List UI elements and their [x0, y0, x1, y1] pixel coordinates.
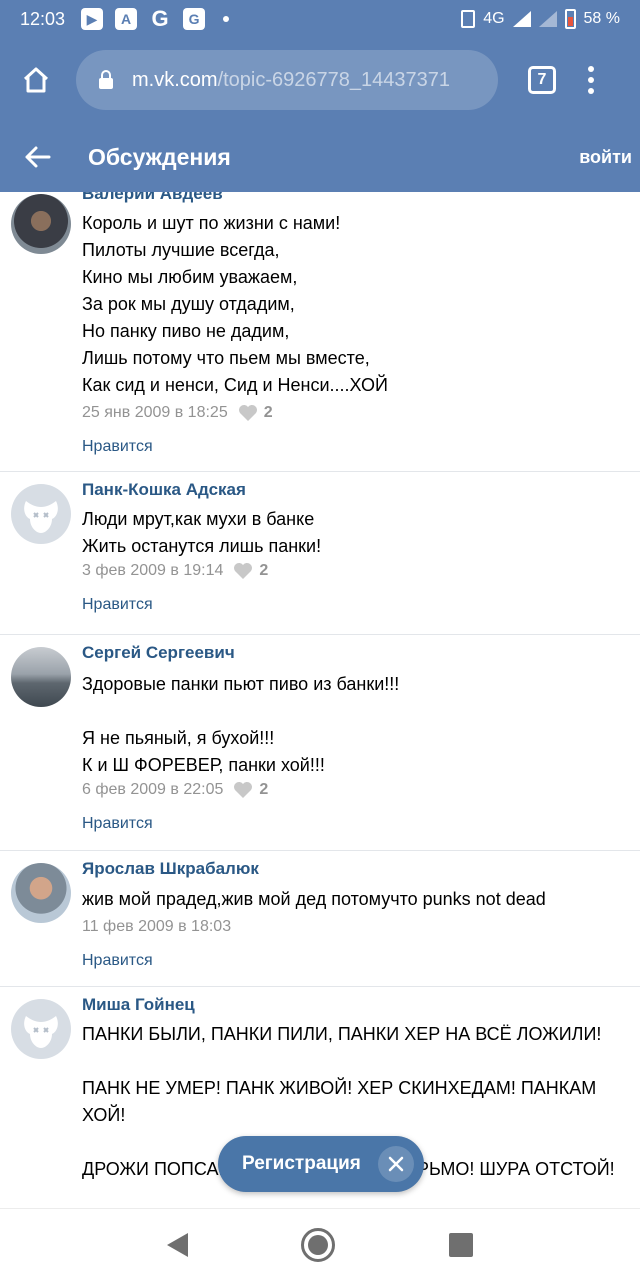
vibrate-icon — [461, 10, 476, 28]
avatar[interactable] — [11, 194, 71, 254]
close-icon[interactable] — [378, 1146, 414, 1182]
like-link[interactable]: Нравится — [82, 438, 153, 456]
url-domain: m.vk.com — [132, 68, 218, 91]
status-bar: 12:03 ▶ A G G 4G 58 % — [0, 0, 640, 38]
list-item: Валерий Авдеев Король и шут по жизни с н… — [0, 192, 640, 472]
page-title: Обсуждения — [88, 143, 231, 170]
lock-icon — [99, 70, 113, 89]
google-icon: G — [151, 6, 169, 31]
registration-button[interactable]: Регистрация — [218, 1136, 424, 1192]
address-bar[interactable]: m.vk.com /topic-6926778_14437371 — [76, 50, 498, 110]
list-item: Ярослав Шкрабалюк жив мой прадед,жив мой… — [0, 851, 640, 987]
post-date: 11 фев 2009 в 18:03 — [82, 918, 232, 935]
post-line: Здоровые панки пьют пиво из банки!!! — [82, 674, 400, 694]
post-line — [82, 1048, 622, 1075]
notification-dot-icon — [223, 16, 230, 22]
like-link[interactable]: Нравится — [82, 596, 153, 614]
avatar[interactable] — [11, 647, 71, 707]
battery-icon — [564, 9, 576, 29]
post-meta: 25 янв 2009 в 18:25 2 — [82, 404, 273, 422]
post-line: ПАНК НЕ УМЕР! ПАНК ЖИВОЙ! ХЕР СКИНХЕДАМ!… — [82, 1078, 597, 1125]
post-line: Король и шут по жизни с нами! — [82, 213, 341, 233]
tabs-button[interactable]: 7 — [528, 66, 556, 94]
url-path: /topic-6926778_14437371 — [217, 68, 450, 91]
nav-recents-icon[interactable] — [449, 1232, 474, 1257]
news-icon: G — [183, 8, 206, 30]
registration-label: Регистрация — [242, 1153, 361, 1174]
list-item: Сергей Сергеевич Здоровые панки пьют пив… — [0, 635, 640, 851]
post-line: За рок мы душу отдадим, — [82, 294, 295, 314]
home-icon[interactable] — [16, 60, 56, 100]
post-line: К и Ш ФОРЕВЕР, панки хой!!! — [82, 755, 325, 775]
play-store-icon: ▶ — [81, 8, 104, 30]
post-date: 3 фев 2009 в 19:14 — [82, 562, 224, 579]
system-nav-bar — [0, 1208, 640, 1280]
avatar[interactable] — [11, 863, 71, 923]
avatar[interactable] — [11, 484, 71, 544]
login-link[interactable]: войти — [579, 147, 632, 168]
post-line: Жить останутся лишь панки! — [82, 536, 322, 556]
author-name[interactable]: Ярослав Шкрабалюк — [82, 859, 259, 879]
post-line: Я не пьяный, я бухой!!! — [82, 728, 275, 748]
signal-icon — [512, 11, 531, 27]
like-count: 2 — [259, 562, 269, 579]
back-arrow-icon[interactable] — [22, 142, 52, 172]
translate-icon: A — [115, 8, 138, 30]
avatar[interactable] — [11, 999, 71, 1059]
post-text: жив мой прадед,жив мой дед потомучто pun… — [82, 889, 546, 909]
discussion-feed: Валерий Авдеев Король и шут по жизни с н… — [0, 192, 640, 1208]
post-date: 25 янв 2009 в 18:25 — [82, 404, 228, 421]
author-name[interactable]: Валерий Авдеев — [82, 192, 223, 204]
author-name[interactable]: Сергей Сергеевич — [82, 643, 235, 663]
like-link[interactable]: Нравится — [82, 952, 153, 970]
list-item: Панк-Кошка Адская Люди мрут,как мухи в б… — [0, 472, 640, 635]
post-text: Люди мрут,как мухи в банке Жить останутся… — [82, 506, 622, 560]
author-name[interactable]: Миша Гойнец — [82, 995, 195, 1015]
post-line — [82, 698, 622, 725]
nav-home-icon[interactable] — [301, 1227, 336, 1262]
heart-icon[interactable] — [238, 404, 258, 422]
post-text: Король и шут по жизни с нами! Пилоты лучш… — [82, 210, 622, 399]
default-avatar-icon — [24, 1016, 58, 1048]
default-avatar-icon — [24, 501, 58, 533]
post-text: Здоровые панки пьют пиво из банки!!! Я не… — [82, 671, 622, 779]
post-line: Пилоты лучшие всегда, — [82, 240, 280, 260]
browser-toolbar: m.vk.com /topic-6926778_14437371 7 — [0, 38, 640, 122]
status-time: 12:03 — [20, 8, 66, 29]
like-count: 2 — [259, 781, 269, 798]
post-date: 6 фев 2009 в 22:05 — [82, 781, 224, 798]
post-line: Но панку пиво не дадим, — [82, 321, 290, 341]
nav-back-icon[interactable] — [166, 1232, 188, 1257]
network-type: 4G — [483, 10, 505, 27]
author-name[interactable]: Панк-Кошка Адская — [82, 480, 246, 500]
post-line: Люди мрут,как мухи в банке — [82, 509, 315, 529]
post-meta: 11 фев 2009 в 18:03 — [82, 918, 231, 936]
more-menu-icon[interactable] — [588, 66, 594, 94]
post-meta: 3 фев 2009 в 19:14 2 — [82, 562, 268, 580]
battery-level: 58 % — [583, 10, 620, 27]
page-header: Обсуждения войти — [0, 122, 640, 192]
like-link[interactable]: Нравится — [82, 815, 153, 833]
post-line: Лишь потому что пьем мы вместе, — [82, 348, 370, 368]
post-line: Как сид и ненси, Сид и Ненси....ХОЙ — [82, 375, 388, 395]
signal-empty-icon — [538, 11, 557, 27]
heart-icon[interactable] — [233, 562, 253, 580]
post-meta: 6 фев 2009 в 22:05 2 — [82, 781, 268, 799]
heart-icon[interactable] — [233, 781, 253, 799]
post-line: ПАНКИ БЫЛИ, ПАНКИ ПИЛИ, ПАНКИ ХЕР НА ВСЁ… — [82, 1024, 602, 1044]
post-line: Кино мы любим уважаем, — [82, 267, 298, 287]
like-count: 2 — [263, 404, 273, 421]
